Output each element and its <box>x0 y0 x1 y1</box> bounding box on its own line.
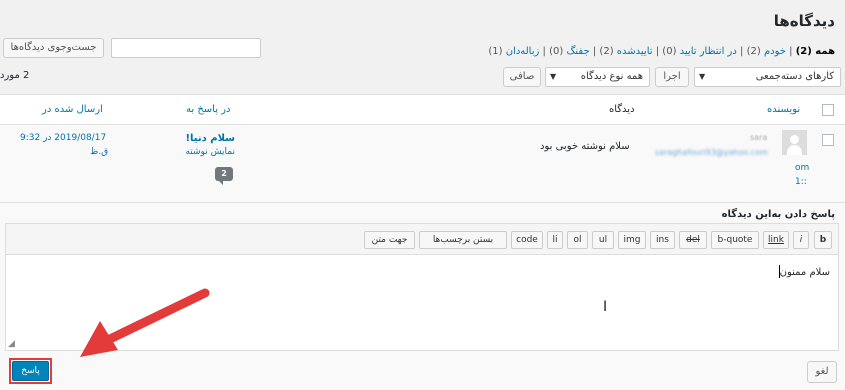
annotation-arrow-icon <box>80 288 210 357</box>
